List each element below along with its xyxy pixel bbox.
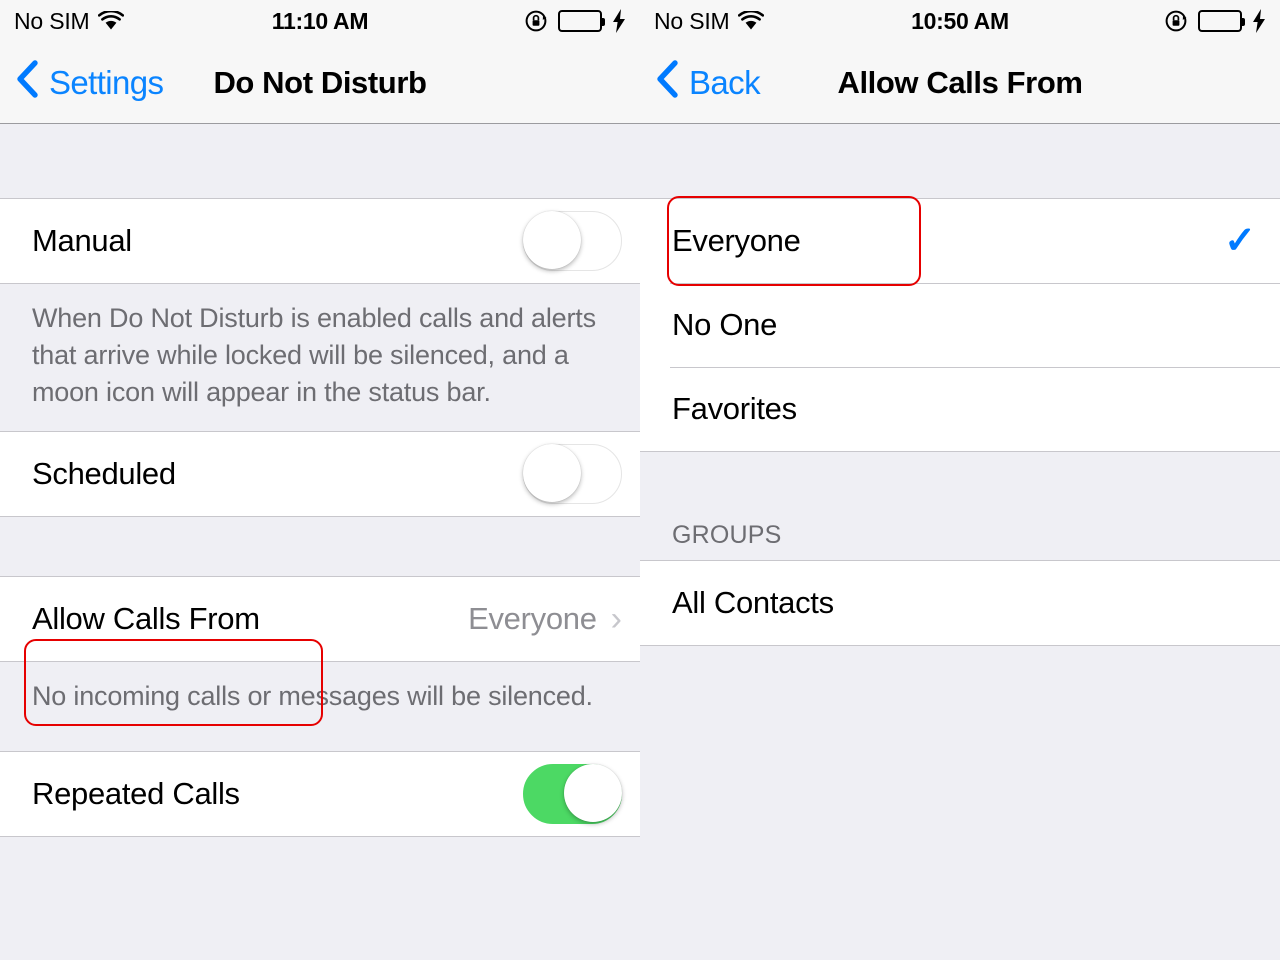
carrier-label: No SIM <box>14 7 90 34</box>
carrier-label: No SIM <box>654 7 730 34</box>
row-manual-label: Manual <box>32 223 132 258</box>
wifi-icon <box>738 11 765 31</box>
top-spacer <box>640 124 1280 198</box>
status-bar-right <box>524 8 626 34</box>
chevron-left-icon <box>16 59 38 106</box>
row-repeated-calls-label: Repeated Calls <box>32 776 240 811</box>
manual-toggle[interactable] <box>523 211 622 271</box>
back-button-label: Back <box>689 63 761 101</box>
row-repeated-calls[interactable]: Repeated Calls <box>0 752 640 836</box>
rotation-lock-icon <box>1164 8 1190 34</box>
back-button-settings[interactable]: Settings <box>0 59 164 106</box>
scheduled-spacer <box>0 517 640 576</box>
option-no-one-label: No One <box>672 307 778 342</box>
option-favorites[interactable]: Favorites <box>640 367 1280 451</box>
back-button[interactable]: Back <box>640 59 761 106</box>
left-screen-do-not-disturb: No SIM 11:10 AM Settings Do Not Disturb … <box>0 0 640 960</box>
status-bar: No SIM 10:50 AM <box>640 0 1280 42</box>
battery-icon <box>558 10 605 32</box>
repeated-spacer <box>0 735 640 751</box>
row-manual[interactable]: Manual <box>0 199 640 283</box>
lightning-bolt-icon <box>1250 9 1266 33</box>
back-button-label: Settings <box>49 63 164 101</box>
status-bar-right <box>1164 8 1266 34</box>
scheduled-group: Scheduled <box>0 431 640 517</box>
row-allow-calls-label: Allow Calls From <box>32 601 260 636</box>
options-group: Everyone ✓ No One Favorites <box>640 198 1280 452</box>
manual-group: Manual <box>0 198 640 284</box>
option-favorites-label: Favorites <box>672 391 797 426</box>
checkmark-icon: ✓ <box>1224 220 1256 262</box>
repeated-calls-toggle[interactable] <box>523 764 622 824</box>
manual-footer-text: When Do Not Disturb is enabled calls and… <box>0 284 640 431</box>
right-screen-allow-calls-from: No SIM 10:50 AM Back Allow Calls From Ev… <box>640 0 1280 960</box>
allow-calls-group: Allow Calls From Everyone › <box>0 576 640 662</box>
chevron-left-icon <box>656 59 678 106</box>
status-bar-left: No SIM <box>654 7 765 35</box>
groups-section-header: GROUPS <box>640 452 1280 560</box>
option-everyone-label: Everyone <box>672 223 801 258</box>
top-spacer <box>0 124 640 198</box>
rotation-lock-icon <box>524 8 550 34</box>
dual-screen-comparison: No SIM 11:10 AM Settings Do Not Disturb … <box>0 0 1280 960</box>
status-bar: No SIM 11:10 AM <box>0 0 640 42</box>
row-allow-calls-from[interactable]: Allow Calls From Everyone › <box>0 577 640 661</box>
lightning-bolt-icon <box>610 9 626 33</box>
groups-group: All Contacts <box>640 560 1280 646</box>
battery-icon <box>1198 10 1245 32</box>
option-everyone[interactable]: Everyone ✓ <box>640 199 1280 283</box>
option-all-contacts-label: All Contacts <box>672 585 834 620</box>
row-scheduled[interactable]: Scheduled <box>0 432 640 516</box>
option-all-contacts[interactable]: All Contacts <box>640 561 1280 645</box>
wifi-icon <box>98 11 125 31</box>
nav-bar: Settings Do Not Disturb <box>0 42 640 124</box>
chevron-right-icon: › <box>610 600 622 638</box>
nav-bar: Back Allow Calls From <box>640 42 1280 124</box>
option-no-one[interactable]: No One <box>640 283 1280 367</box>
repeated-calls-group: Repeated Calls <box>0 751 640 837</box>
scheduled-toggle[interactable] <box>523 444 622 504</box>
row-allow-calls-value: Everyone <box>468 601 597 636</box>
allow-calls-footer-text: No incoming calls or messages will be si… <box>0 662 640 735</box>
status-bar-left: No SIM <box>14 7 125 35</box>
row-scheduled-label: Scheduled <box>32 456 176 491</box>
